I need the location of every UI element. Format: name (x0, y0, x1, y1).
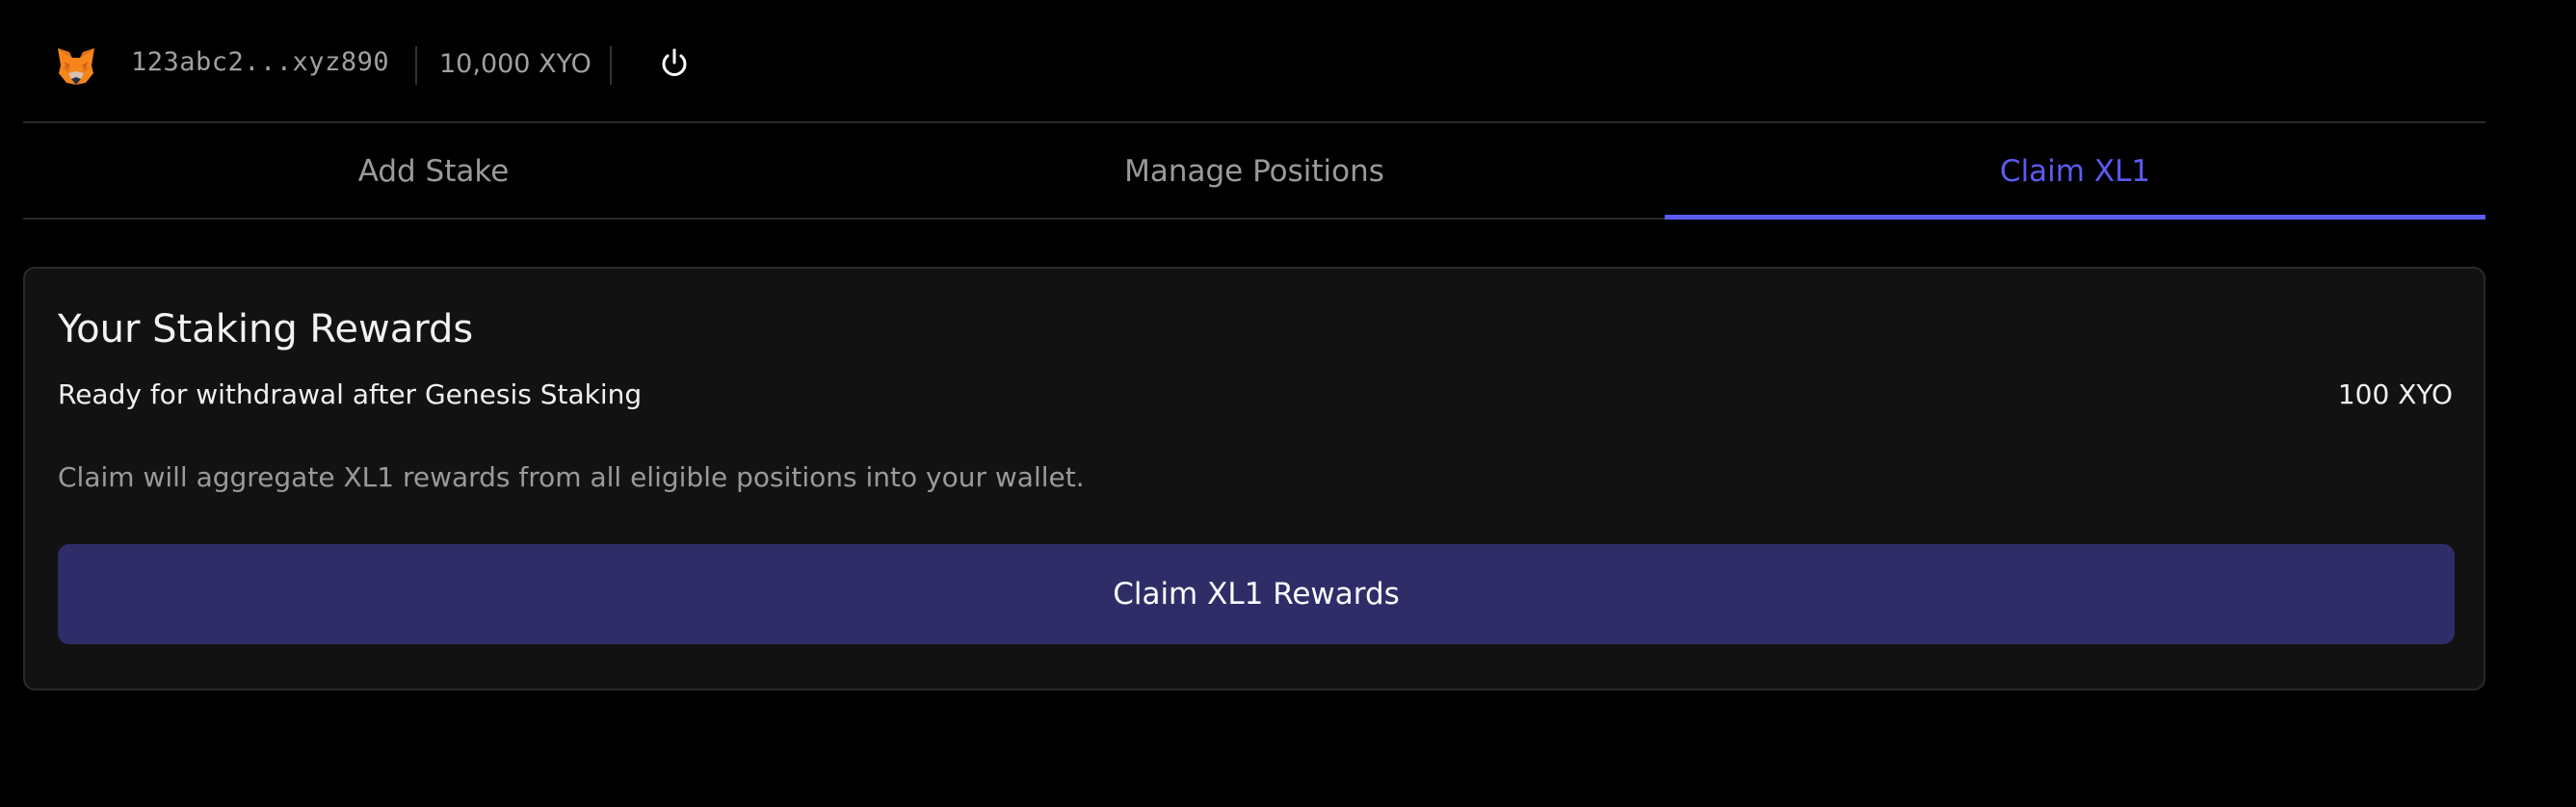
rewards-row-value: 100 XYO (2337, 378, 2453, 410)
tab-manage-positions[interactable]: Manage Positions (844, 125, 1665, 218)
wallet-balance: 10,000 XYO (439, 49, 591, 79)
divider (610, 46, 612, 85)
tab-add-stake[interactable]: Add Stake (23, 125, 844, 218)
disconnect-button[interactable] (653, 42, 696, 85)
card-title: Your Staking Rewards (58, 307, 474, 351)
claim-rewards-button[interactable]: Claim XL1 Rewards (58, 544, 2455, 644)
divider (415, 46, 417, 85)
claim-note: Claim will aggregate XL1 rewards from al… (58, 461, 1085, 493)
tab-claim-xl1[interactable]: Claim XL1 (1665, 125, 2485, 220)
metamask-fox-icon (55, 44, 97, 87)
tab-bar: Add Stake Manage Positions Claim XL1 (23, 125, 2485, 220)
staking-rewards-card: Your Staking Rewards Ready for withdrawa… (23, 267, 2485, 690)
power-icon (662, 48, 687, 76)
wallet-header: 123abc2...xyz890 10,000 XYO (23, 0, 2485, 123)
wallet-address: 123abc2...xyz890 (131, 47, 390, 77)
rewards-row-label: Ready for withdrawal after Genesis Staki… (58, 378, 643, 410)
